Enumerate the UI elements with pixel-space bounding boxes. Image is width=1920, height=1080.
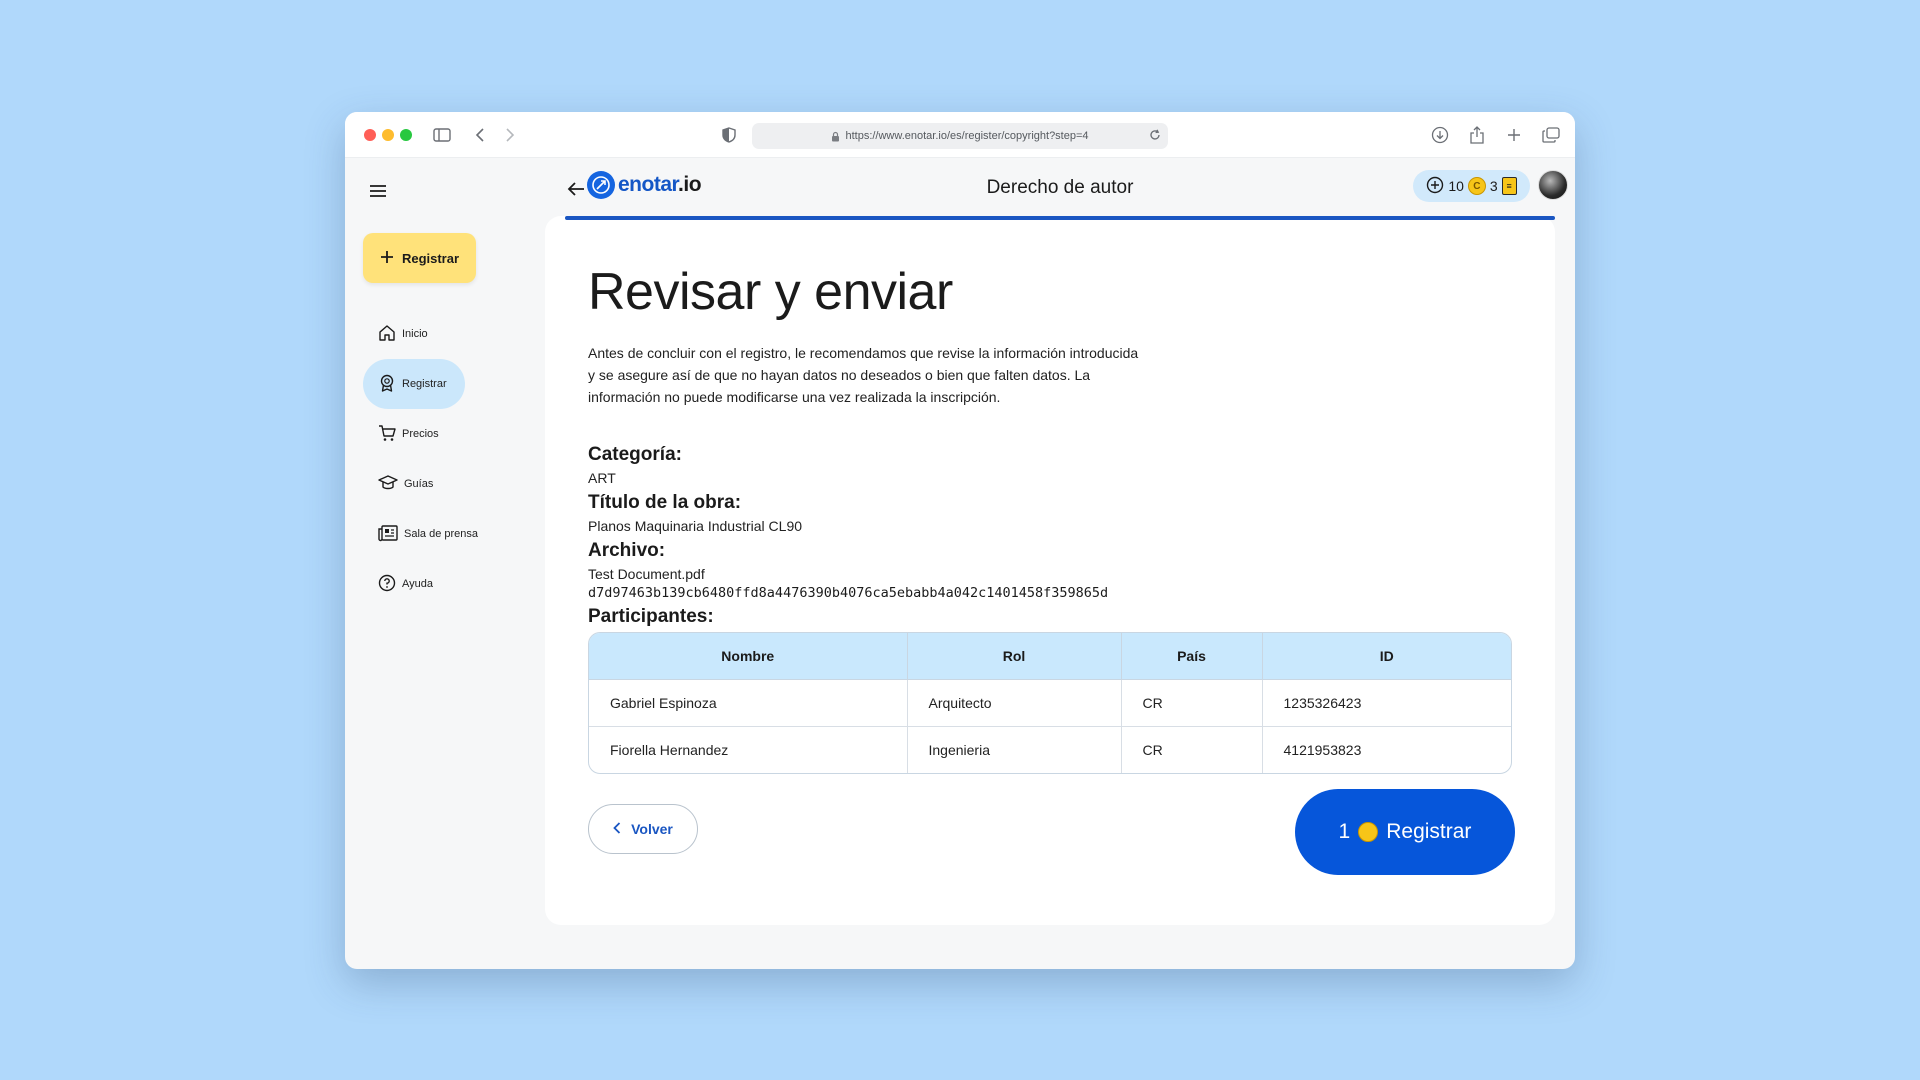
table-cell: Arquitecto bbox=[907, 679, 1122, 727]
table-row: Gabriel Espinoza Arquitecto CR 123532642… bbox=[589, 679, 1511, 727]
download-icon[interactable] bbox=[1429, 124, 1451, 146]
sidebar-item-registrar[interactable]: Registrar bbox=[363, 359, 465, 409]
sidebar-item-label: Inicio bbox=[402, 328, 428, 340]
submit-register-button[interactable]: 1 C Registrar bbox=[1295, 789, 1515, 875]
sidebar-item-ayuda[interactable]: Ayuda bbox=[363, 559, 433, 609]
column-header-nombre: Nombre bbox=[589, 633, 908, 680]
forward-nav-icon[interactable] bbox=[499, 124, 521, 146]
category-label: Categoría: bbox=[588, 444, 682, 465]
sidebar-item-label: Precios bbox=[402, 428, 439, 440]
sidebar-item-sala-de-prensa[interactable]: Sala de prensa bbox=[363, 509, 478, 559]
table-cell: Ingenieria bbox=[907, 726, 1122, 773]
table-cell: CR bbox=[1121, 726, 1263, 773]
participants-table: Nombre Rol País ID Gabriel Espinoza Arqu… bbox=[588, 632, 1512, 774]
page-title: Revisar y enviar bbox=[588, 263, 953, 321]
sidebar-item-label: Sala de prensa bbox=[404, 528, 478, 540]
back-button[interactable]: Volver bbox=[588, 804, 698, 854]
file-hash: d7d97463b139cb6480ffd8a4476390b4076ca5eb… bbox=[588, 585, 1109, 601]
table-header-row: Nombre Rol País ID bbox=[589, 633, 1511, 680]
table-cell: 4121953823 bbox=[1283, 741, 1362, 758]
privacy-shield-icon[interactable] bbox=[718, 124, 740, 146]
sidebar-toggle-icon[interactable] bbox=[431, 124, 453, 146]
table-cell: 1235326423 bbox=[1262, 679, 1511, 727]
file-name: Test Document.pdf bbox=[588, 566, 705, 582]
sidebar-item-precios[interactable]: Precios bbox=[363, 409, 439, 459]
badge-icon bbox=[378, 374, 396, 395]
credits-counter[interactable]: 10 C 3 ≡ bbox=[1413, 170, 1530, 202]
sidebar-item-label: Registrar bbox=[402, 378, 447, 390]
add-credits-icon bbox=[1426, 176, 1444, 197]
lock-icon bbox=[831, 131, 840, 142]
home-icon bbox=[378, 324, 396, 345]
participants-label: Participantes: bbox=[588, 606, 714, 627]
address-bar[interactable]: https://www.enotar.io/es/register/copyri… bbox=[752, 123, 1168, 149]
review-card: Revisar y enviar Antes de concluir con e… bbox=[545, 216, 1555, 925]
sidebar-item-label: Guías bbox=[404, 478, 434, 490]
column-header-rol: Rol bbox=[907, 633, 1122, 680]
minimize-window-button[interactable] bbox=[382, 129, 394, 141]
tab-overview-icon[interactable] bbox=[1540, 124, 1562, 146]
intro-text: Antes de concluir con el registro, le re… bbox=[588, 345, 1139, 405]
share-icon[interactable] bbox=[1466, 124, 1488, 146]
column-header-id: ID bbox=[1262, 633, 1511, 680]
sidebar-item-inicio[interactable]: Inicio bbox=[363, 309, 428, 359]
work-title-label: Título de la obra: bbox=[588, 492, 742, 513]
table-cell: Fiorella Hernandez bbox=[589, 726, 908, 773]
table-cell: CR bbox=[1121, 679, 1263, 727]
zoom-window-button[interactable] bbox=[400, 129, 412, 141]
table-cell: Gabriel Espinoza bbox=[589, 679, 908, 727]
table-row: Fiorella Hernandez Ingenieria CR 4121953… bbox=[589, 726, 1511, 773]
work-title-value: Planos Maquinaria Industrial CL90 bbox=[588, 518, 803, 534]
submit-label: Registrar bbox=[1386, 820, 1472, 843]
sidebar-register-label: Registrar bbox=[401, 250, 460, 266]
sidebar-item-label: Ayuda bbox=[402, 578, 433, 590]
app-header: enotar.io Derecho de autor 10 C 3 ≡ bbox=[545, 158, 1575, 218]
plus-icon bbox=[380, 250, 394, 267]
address-bar-url: https://www.enotar.io/es/register/copyri… bbox=[845, 130, 1089, 142]
certificate-icon: ≡ bbox=[1501, 177, 1517, 195]
column-header-pais: País bbox=[1121, 633, 1263, 680]
back-button-label: Volver bbox=[631, 821, 673, 837]
submit-cost: 1 bbox=[1338, 820, 1351, 843]
category-value: ART bbox=[588, 470, 616, 486]
credits-count: 10 bbox=[1448, 178, 1464, 194]
sidebar: Registrar Inicio Registrar Precios Guías bbox=[345, 158, 545, 969]
file-label: Archivo: bbox=[588, 540, 666, 561]
help-icon bbox=[378, 574, 396, 595]
coins-count: 3 bbox=[1489, 178, 1498, 194]
reload-icon[interactable] bbox=[1148, 128, 1162, 142]
step-progress-bar bbox=[565, 216, 1555, 220]
close-window-button[interactable] bbox=[364, 129, 376, 141]
newspaper-icon bbox=[378, 524, 398, 545]
sidebar-item-guias[interactable]: Guías bbox=[363, 459, 433, 509]
chevron-left-icon bbox=[613, 821, 621, 837]
coin-icon: C bbox=[1467, 177, 1486, 195]
graduation-cap-icon bbox=[378, 474, 398, 495]
browser-toolbar: https://www.enotar.io/es/register/copyri… bbox=[345, 112, 1575, 158]
avatar[interactable] bbox=[1538, 170, 1568, 200]
hamburger-menu-icon[interactable] bbox=[367, 180, 389, 202]
browser-window: https://www.enotar.io/es/register/copyri… bbox=[345, 112, 1575, 969]
back-nav-icon[interactable] bbox=[469, 124, 491, 146]
coin-icon: C bbox=[1358, 822, 1379, 842]
cart-icon bbox=[378, 424, 396, 445]
new-tab-icon[interactable] bbox=[1503, 124, 1525, 146]
sidebar-register-button[interactable]: Registrar bbox=[363, 233, 476, 283]
